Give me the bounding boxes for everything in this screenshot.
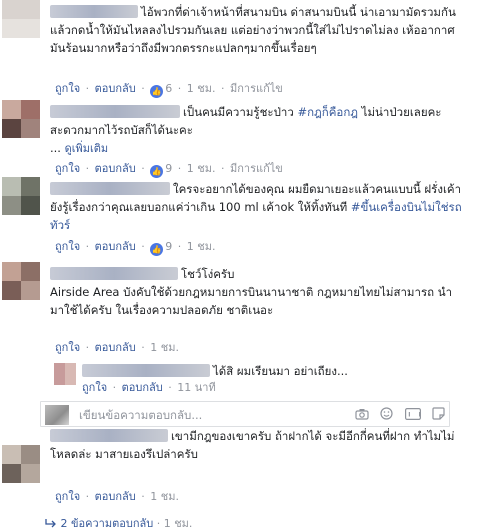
thumbs-up-icon: 👍 <box>150 243 164 256</box>
avatar[interactable] <box>2 262 40 300</box>
author-name[interactable] <box>82 364 210 377</box>
avatar[interactable] <box>54 363 76 385</box>
edited-label[interactable]: มีการแก้ไข <box>230 162 283 175</box>
camera-icon[interactable] <box>354 408 369 423</box>
avatar[interactable] <box>2 445 40 483</box>
comment-actions: ถูกใจ · ตอบกลับ · 👍 6 · 1 ชม. · มีการแก้ไ… <box>55 82 283 98</box>
like-link[interactable]: ถูกใจ <box>55 341 80 354</box>
comment-body: ไอ้พวกที่ด่าเจ้าหน้าที่สนามบิน ด่าสนามบิ… <box>50 3 462 57</box>
comment-actions: ถูกใจ · ตอบกลับ · 1 ชม. <box>55 341 179 354</box>
reply-composer[interactable]: เขียนข้อความตอบกลับ... GIF <box>40 401 450 427</box>
reply-link[interactable]: ตอบกลับ <box>122 381 163 394</box>
timestamp[interactable]: 1 ชม. <box>187 82 216 95</box>
like-link[interactable]: ถูกใจ <box>55 162 80 175</box>
avatar <box>45 405 69 425</box>
timestamp[interactable]: 1 ชม. <box>164 517 193 530</box>
see-more-link[interactable]: ดูเพิ่มเติม <box>65 142 109 155</box>
comment-body: ใครจะอยากได้ของคุณ ผมยืดมาเยอะแล้วคนแบบน… <box>50 180 462 234</box>
reply-link[interactable]: ตอบกลับ <box>95 82 136 95</box>
author-name[interactable] <box>50 5 138 18</box>
thumbs-up-icon: 👍 <box>150 85 164 98</box>
comment-text: เป็นคนมีความรู้ชะป่าว <box>183 105 298 119</box>
sticker-icon[interactable] <box>432 407 445 423</box>
reply-actions: ถูกใจ · ตอบกลับ · 11 นาที <box>82 381 216 394</box>
edited-label[interactable]: มีการแก้ไข <box>230 82 283 95</box>
comment-text-first: โชว์โง่ครับ <box>181 267 235 281</box>
like-link[interactable]: ถูกใจ <box>55 240 80 253</box>
comment-text: Airside Area บังคับใช้ด้วยกฎหมายการบินนา… <box>50 285 453 317</box>
like-count[interactable]: 9 <box>165 240 172 253</box>
author-name[interactable] <box>50 182 170 195</box>
thumbs-up-icon: 👍 <box>150 165 164 178</box>
reply-link[interactable]: ตอบกลับ <box>95 341 136 354</box>
comment-body: เขามีกฎของเขาครับ ถ้าฝากได้ จะมีอีกกี่คน… <box>50 427 462 463</box>
hashtag-link[interactable]: #กฎก็คือกฎ <box>297 105 358 119</box>
timestamp[interactable]: 11 นาที <box>177 381 215 394</box>
timestamp[interactable]: 1 ชม. <box>150 341 179 354</box>
author-name[interactable] <box>50 105 180 118</box>
comment-actions: ถูกใจ · ตอบกลับ · 👍 9 · 1 ชม. <box>55 240 216 256</box>
svg-text:GIF: GIF <box>405 412 421 419</box>
reply-text: ได้สิ ผมเรียนมา อย่าเถียง... <box>213 364 348 378</box>
comment-actions: ถูกใจ · ตอบกลับ · 👍 9 · 1 ชม. · มีการแก้ไ… <box>55 162 283 178</box>
avatar[interactable] <box>2 100 40 138</box>
comment-body: โชว์โง่ครับ Airside Area บังคับใช้ด้วยกฎ… <box>50 265 462 319</box>
gif-icon[interactable]: GIF <box>395 408 422 423</box>
like-count[interactable]: 9 <box>165 162 172 175</box>
like-link[interactable]: ถูกใจ <box>82 381 107 394</box>
like-link[interactable]: ถูกใจ <box>55 82 80 95</box>
avatar[interactable] <box>2 0 40 38</box>
avatar[interactable] <box>2 177 40 215</box>
author-name[interactable] <box>50 267 178 280</box>
comment-thread: ไอ้พวกที่ด่าเจ้าหน้าที่สนามบิน ด่าสนามบิ… <box>0 0 480 531</box>
timestamp[interactable]: 1 ชม. <box>187 240 216 253</box>
view-replies-link[interactable]: 2 ข้อความตอบกลับ · 1 ชม. <box>45 514 192 531</box>
replies-count-label[interactable]: 2 ข้อความตอบกลับ <box>61 517 154 530</box>
reply-link[interactable]: ตอบกลับ <box>95 240 136 253</box>
reply-input[interactable]: เขียนข้อความตอบกลับ... <box>79 407 202 425</box>
emoji-icon[interactable] <box>380 407 393 423</box>
comment-actions: ถูกใจ · ตอบกลับ · 1 ชม. <box>55 490 179 503</box>
reply-link[interactable]: ตอบกลับ <box>95 162 136 175</box>
reply-link[interactable]: ตอบกลับ <box>95 490 136 503</box>
like-link[interactable]: ถูกใจ <box>55 490 80 503</box>
reply-arrow-icon <box>45 517 61 530</box>
timestamp[interactable]: 1 ชม. <box>187 162 216 175</box>
comment-body: เป็นคนมีความรู้ชะป่าว #กฎก็คือกฎ ไม่น่าป… <box>50 105 442 155</box>
like-count[interactable]: 6 <box>165 82 172 95</box>
author-name[interactable] <box>50 429 168 442</box>
timestamp[interactable]: 1 ชม. <box>150 490 179 503</box>
